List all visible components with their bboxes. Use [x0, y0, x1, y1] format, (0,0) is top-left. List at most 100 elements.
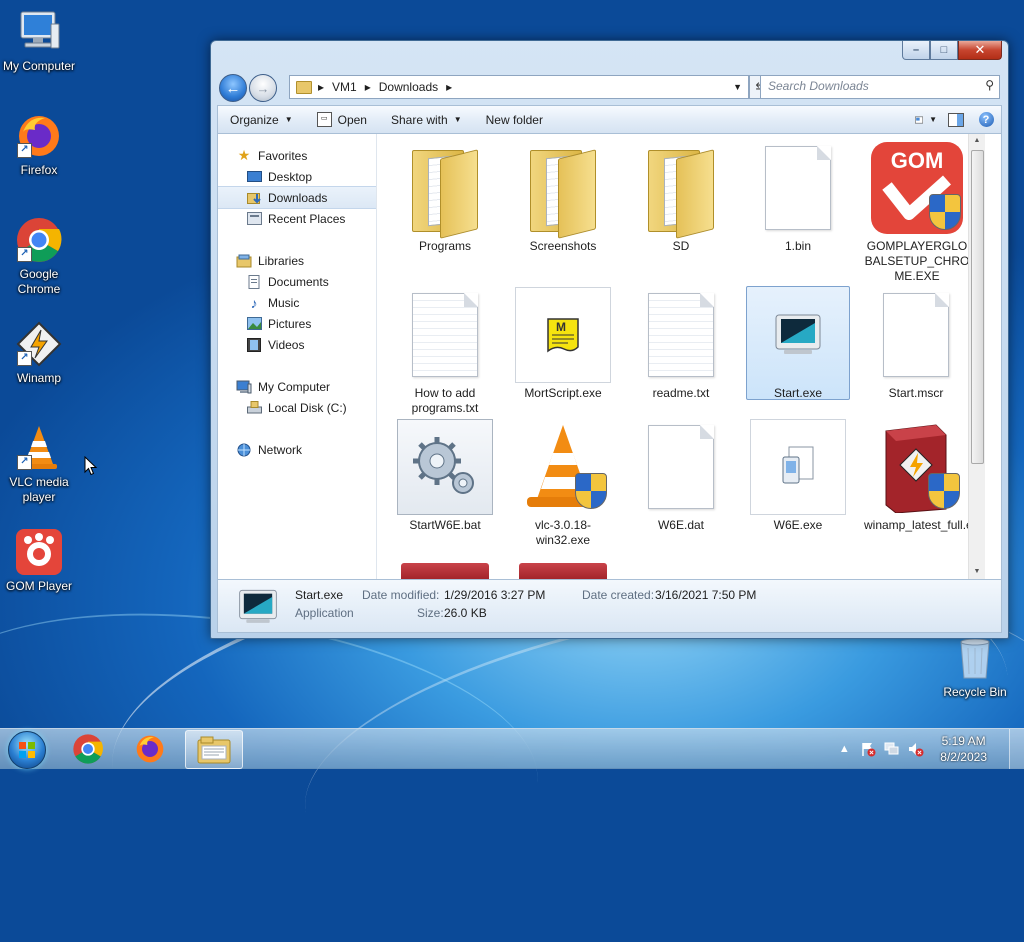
desktop-icon-google-chrome[interactable]: ↗ Google Chrome: [0, 216, 78, 297]
new-folder-button[interactable]: New folder: [474, 113, 555, 127]
change-view-button[interactable]: ▼: [915, 111, 937, 129]
file-item[interactable]: Start.mscr: [864, 287, 968, 401]
breadcrumb-separator-icon: ▸: [364, 80, 371, 94]
desktop-icon-winamp[interactable]: ↗ Winamp: [0, 320, 78, 386]
details-size-label: Size:: [417, 606, 444, 620]
text-file-icon: [395, 287, 495, 383]
taskbar-chrome-button[interactable]: [62, 730, 114, 767]
text-file-icon: [631, 287, 731, 383]
gom-player-icon: GOM: [867, 140, 967, 236]
nav-my-computer[interactable]: My Computer: [218, 376, 376, 397]
scrollbar-thumb[interactable]: [971, 150, 984, 464]
documents-icon: [246, 274, 262, 289]
breadcrumb-item-vm1[interactable]: VM1: [332, 80, 357, 94]
share-with-button[interactable]: Share with ▼: [379, 113, 474, 127]
nav-music[interactable]: ♪ Music: [218, 292, 376, 313]
close-button[interactable]: ✕: [958, 41, 1002, 60]
open-button[interactable]: ▭ Open: [305, 112, 379, 127]
folder-icon: [395, 140, 495, 239]
action-center-flag-icon[interactable]: [860, 741, 876, 757]
taskbar-clock[interactable]: 5:19 AM 8/2/2023: [940, 733, 987, 765]
nav-downloads[interactable]: Downloads: [218, 186, 376, 209]
star-icon: ★: [237, 147, 251, 163]
window-controls: – □ ✕: [902, 41, 1002, 60]
svg-text:M: M: [556, 320, 566, 334]
minimize-button[interactable]: –: [902, 41, 930, 60]
details-file-name: Start.exe: [295, 588, 344, 602]
file-item[interactable]: W6E.dat: [629, 419, 733, 533]
address-bar[interactable]: ▸ VM1 ▸ Downloads ▸ ▼: [289, 75, 749, 99]
preview-pane-button[interactable]: [945, 111, 967, 129]
breadcrumb-separator-icon: ▸: [318, 80, 325, 94]
file-item-partial[interactable]: [519, 563, 607, 579]
file-item[interactable]: vlc-3.0.18-win32.exe: [511, 419, 615, 548]
search-icon[interactable]: ⚲: [985, 78, 994, 92]
file-item[interactable]: SD: [629, 140, 733, 254]
file-item[interactable]: W6E.exe: [746, 419, 850, 533]
desktop-icon-firefox[interactable]: ↗ Firefox: [0, 112, 78, 178]
taskbar-explorer-button[interactable]: [185, 730, 243, 769]
show-desktop-button[interactable]: [1009, 729, 1024, 769]
navigation-bar: ← → ▸ VM1 ▸ Downloads ▸ ▼ ⇆ ⚲: [219, 73, 1000, 102]
nav-pictures[interactable]: Pictures: [218, 313, 376, 334]
nav-libraries[interactable]: Libraries: [218, 250, 376, 271]
file-item[interactable]: readme.txt: [629, 287, 733, 401]
explorer-window[interactable]: – □ ✕ ← → ▸ VM1 ▸ Downloads ▸ ▼ ⇆ ⚲ Orga…: [210, 40, 1009, 639]
navigation-pane: ★ Favorites Desktop Downloads Recent Plac…: [218, 134, 377, 579]
file-item[interactable]: How to add programs.txt: [393, 287, 497, 416]
file-item[interactable]: Programs: [393, 140, 497, 254]
folder-icon: [631, 140, 731, 239]
nav-desktop[interactable]: Desktop: [218, 166, 376, 187]
forward-button[interactable]: →: [249, 74, 277, 102]
system-tray: ▲ 5:19 AM 8/2/2023: [832, 729, 1024, 769]
nav-recent-places[interactable]: Recent Places: [218, 208, 376, 229]
file-item[interactable]: Screenshots: [511, 140, 615, 254]
file-item-selected[interactable]: Start.exe: [746, 286, 850, 400]
file-item[interactable]: M MortScript.exe: [511, 287, 615, 401]
hard-drive-icon: [246, 400, 262, 415]
explorer-body: ★ Favorites Desktop Downloads Recent Plac…: [217, 133, 1002, 580]
file-item[interactable]: winamp_latest_full.exe: [864, 419, 985, 533]
maximize-button[interactable]: □: [930, 41, 958, 60]
organize-button[interactable]: Organize ▼: [218, 113, 305, 127]
file-item[interactable]: StartW6E.bat: [393, 419, 497, 533]
details-modified-value: 1/29/2016 3:27 PM: [444, 588, 546, 602]
file-item-partial[interactable]: [401, 563, 489, 579]
volume-muted-icon[interactable]: [908, 741, 924, 757]
batch-file-gears-icon: [395, 419, 495, 515]
blank-file-icon: [748, 140, 848, 236]
vertical-scrollbar[interactable]: ▲ ▼: [968, 134, 985, 579]
breadcrumb-separator-icon: ▸: [446, 80, 453, 94]
details-modified-label: Date modified:: [362, 588, 440, 602]
desktop-icon-gom-player[interactable]: GOM Player: [0, 528, 78, 594]
vlc-cone-icon: [513, 419, 613, 515]
search-input[interactable]: [761, 76, 968, 96]
details-created-value: 3/16/2021 7:50 PM: [655, 588, 757, 602]
desktop-icon-recycle-bin[interactable]: Recycle Bin: [936, 634, 1014, 700]
search-box[interactable]: ⚲: [760, 75, 1000, 99]
start-button[interactable]: [8, 731, 46, 769]
taskbar-firefox-button[interactable]: [124, 730, 176, 767]
desktop-icon-my-computer[interactable]: My Computer: [0, 8, 78, 74]
music-note-icon: ♪: [250, 294, 258, 311]
nav-favorites[interactable]: ★ Favorites: [218, 145, 376, 166]
scroll-down-icon[interactable]: ▼: [969, 565, 985, 579]
address-dropdown-icon[interactable]: ▼: [733, 82, 742, 92]
nav-documents[interactable]: Documents: [218, 271, 376, 292]
breadcrumb-item-downloads[interactable]: Downloads: [379, 80, 438, 94]
videos-icon: [246, 337, 262, 352]
file-item[interactable]: GOM GOMPLAYERGLOBALSETUP_CHROME.EXE: [864, 140, 970, 284]
back-button[interactable]: ←: [219, 74, 247, 102]
view-icon: [915, 116, 924, 123]
nav-videos[interactable]: Videos: [218, 334, 376, 355]
desktop-icon-vlc[interactable]: ↗ VLC media player: [0, 424, 78, 505]
show-hidden-icons-button[interactable]: ▲: [836, 741, 852, 757]
network-status-icon[interactable]: [884, 741, 900, 757]
file-item[interactable]: 1.bin: [746, 140, 850, 254]
nav-network[interactable]: Network: [218, 439, 376, 460]
network-icon: [236, 443, 252, 457]
scroll-up-icon[interactable]: ▲: [969, 134, 985, 148]
clock-time: 5:19 AM: [941, 734, 986, 748]
help-button[interactable]: ?: [975, 111, 997, 129]
nav-local-disk[interactable]: Local Disk (C:): [218, 397, 376, 418]
